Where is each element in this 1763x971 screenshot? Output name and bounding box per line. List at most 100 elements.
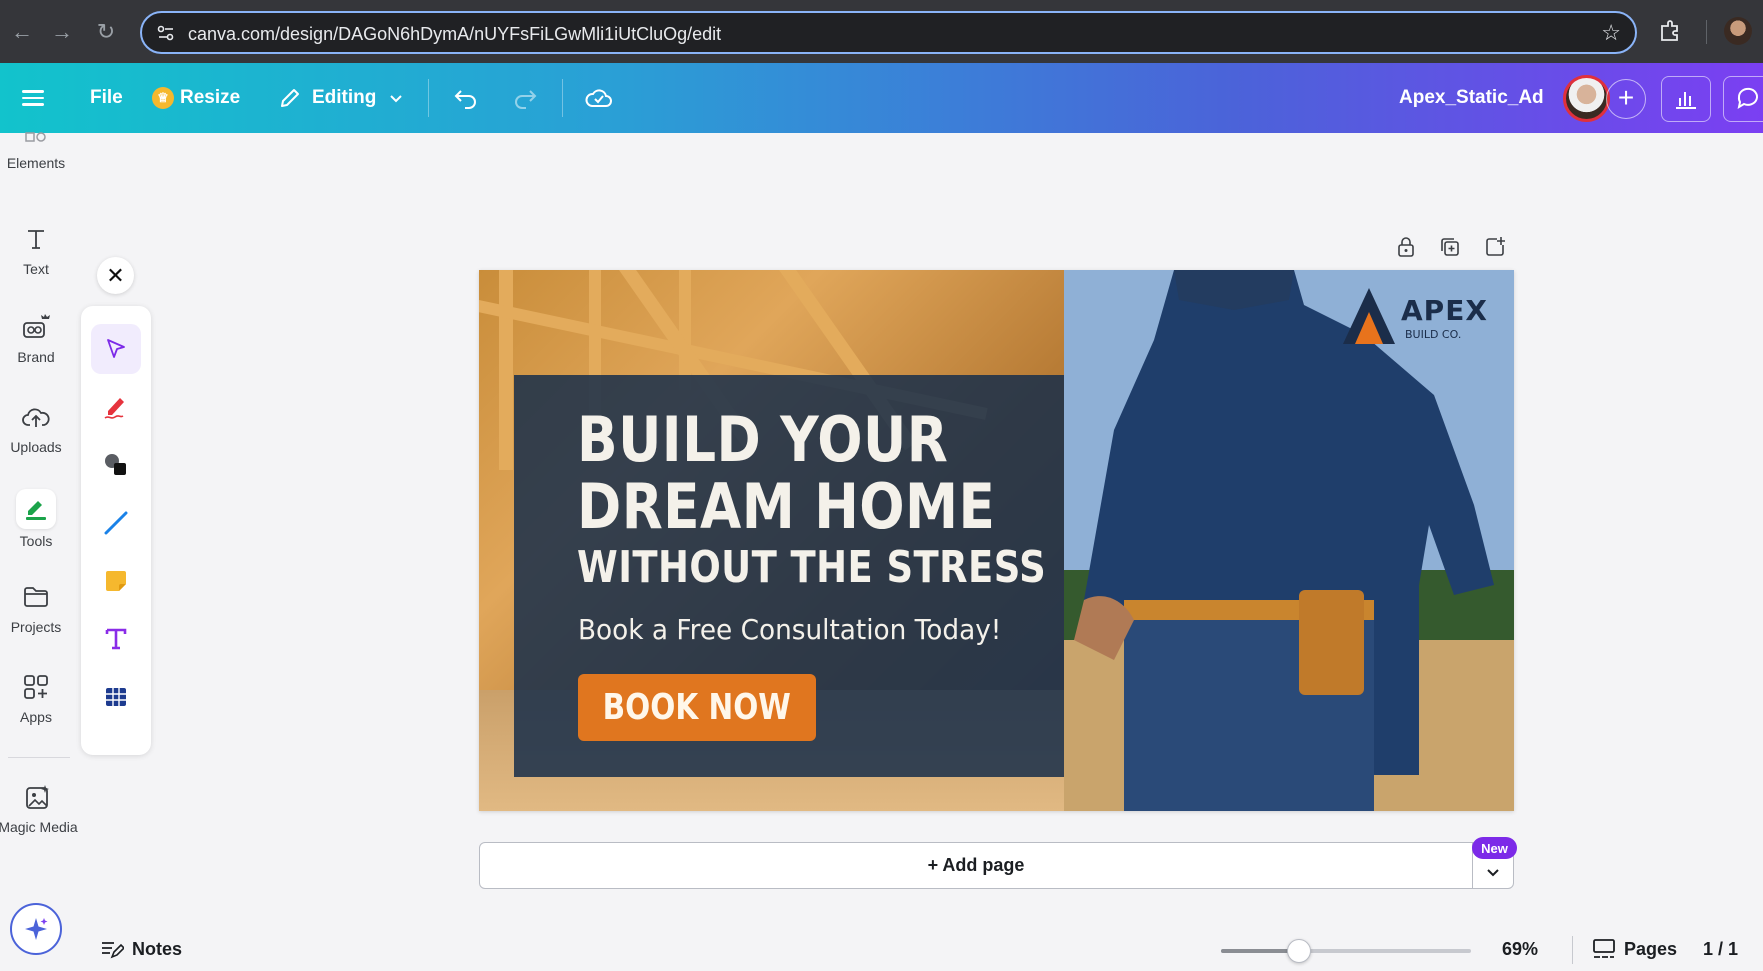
magic-media-icon	[0, 781, 80, 813]
resize-button[interactable]: ♕ Resize	[152, 63, 240, 133]
site-settings-icon[interactable]	[156, 23, 176, 43]
duplicate-page-icon[interactable]	[1436, 233, 1464, 261]
forward-icon[interactable]: →	[48, 18, 76, 46]
sidebar-item-label: Elements	[6, 155, 66, 171]
apex-logo-icon	[1343, 288, 1395, 344]
pencil-icon	[281, 89, 299, 107]
avatar[interactable]	[1563, 75, 1610, 122]
shapes-icon[interactable]	[91, 440, 141, 490]
brand-icon	[0, 311, 72, 343]
logo-name: APEX	[1401, 294, 1488, 327]
folder-icon	[0, 581, 72, 613]
main-menu-icon[interactable]	[22, 63, 50, 133]
design-canvas[interactable]: BUILD YOUR DREAM HOME WITHOUT THE STRESS…	[479, 270, 1514, 811]
notes-button[interactable]: Notes	[100, 938, 182, 960]
apex-logo[interactable]: APEX BUILD CO.	[1341, 280, 1511, 355]
cta-label: BOOK NOW	[602, 687, 792, 728]
sidebar-item-label: Magic Media	[0, 819, 78, 835]
add-page-icon[interactable]	[1481, 233, 1509, 261]
sidebar-divider	[8, 757, 70, 758]
design-title-label: Apex_Static_Ad	[1399, 87, 1544, 108]
file-menu-button[interactable]: File	[90, 63, 123, 133]
zoom-level[interactable]: 69%	[1502, 939, 1538, 960]
headline-line-1[interactable]: BUILD YOUR	[577, 403, 948, 476]
pages-label: Pages	[1624, 938, 1678, 959]
subheadline[interactable]: Book a Free Consultation Today!	[578, 613, 1001, 646]
sidebar-item-uploads[interactable]: Uploads	[0, 401, 72, 455]
cloud-saved-icon[interactable]	[583, 63, 615, 133]
draw-pen-icon[interactable]	[91, 382, 141, 432]
file-menu-label: File	[90, 87, 123, 108]
add-collaborator-button[interactable]: +	[1606, 79, 1646, 119]
sidebar-item-label: Projects	[10, 619, 62, 635]
sparkle-icon	[25, 918, 48, 940]
undo-icon[interactable]	[451, 63, 481, 133]
sidebar-item-projects[interactable]: Projects	[0, 581, 72, 635]
sidebar-item-elements[interactable]: Elements	[0, 129, 72, 171]
sidebar-item-label: Text	[23, 261, 49, 277]
back-icon[interactable]: ←	[8, 18, 36, 46]
comment-icon	[1737, 87, 1758, 110]
add-page-button[interactable]: + Add page	[479, 842, 1473, 889]
headline-line-3[interactable]: WITHOUT THE STRESS	[577, 542, 1046, 593]
upload-cloud-icon	[0, 401, 72, 433]
zoom-slider-thumb[interactable]	[1286, 939, 1311, 963]
sidebar-item-text[interactable]: Text	[0, 223, 72, 277]
sidebar-item-label: Uploads	[10, 439, 62, 455]
pages-icon	[1593, 939, 1615, 958]
table-icon[interactable]	[91, 672, 141, 722]
left-sidebar: Elements Text Brand Uploads Tools Projec…	[0, 132, 78, 971]
text-icon	[0, 223, 72, 255]
elements-icon	[0, 129, 72, 149]
zoom-slider[interactable]	[1221, 939, 1471, 963]
line-tool-icon[interactable]	[91, 498, 141, 548]
toolbar-divider	[562, 79, 563, 117]
sidebar-item-label: Brand	[17, 349, 55, 365]
url-text[interactable]: canva.com/design/DAGoN6hDymA/nUYFsFiLGwM…	[188, 24, 721, 45]
book-now-cta[interactable]: BOOK NOW	[578, 674, 816, 741]
lock-icon[interactable]	[1392, 233, 1420, 261]
select-tool-icon[interactable]	[91, 324, 141, 374]
page-count: 1 / 1	[1703, 939, 1739, 959]
bookmark-star-icon[interactable]: ☆	[1601, 20, 1621, 46]
comments-button[interactable]	[1723, 76, 1763, 122]
redo-icon[interactable]	[510, 63, 540, 133]
logo-subtitle: BUILD CO.	[1405, 328, 1462, 341]
browser-profile-avatar[interactable]	[1724, 17, 1752, 45]
headline-line-2[interactable]: DREAM HOME	[577, 470, 995, 543]
address-bar[interactable]: canva.com/design/DAGoN6hDymA/nUYFsFiLGwM…	[140, 11, 1637, 54]
notes-icon	[102, 942, 124, 959]
sidebar-item-brand[interactable]: Brand	[0, 311, 72, 365]
browser-toolbar: ← → ↻ canva.com/design/DAGoN6hDymA/nUYFs…	[0, 0, 1763, 63]
design-title[interactable]: Apex_Static_Ad	[1399, 63, 1544, 133]
crown-icon: ♕	[152, 87, 174, 109]
chevron-down-icon	[390, 95, 403, 103]
editing-mode-dropdown[interactable]: Editing	[278, 63, 404, 133]
magic-assistant-button[interactable]	[10, 903, 62, 955]
text-tool-icon[interactable]	[91, 614, 141, 664]
toolbar-divider	[428, 79, 429, 117]
extensions-icon[interactable]	[1656, 17, 1684, 45]
sidebar-item-tools[interactable]: Tools	[0, 489, 72, 549]
chevron-down-icon	[1487, 868, 1499, 876]
bar-chart-icon	[1676, 92, 1696, 109]
editor-header: File ♕ Resize Editing Apex_Static_Ad +	[0, 63, 1763, 133]
tools-icon	[16, 489, 56, 529]
add-page-label: + Add page	[927, 855, 1025, 875]
notes-label: Notes	[132, 938, 183, 959]
close-tools-button[interactable]: ✕	[97, 257, 134, 294]
insights-button[interactable]	[1661, 76, 1711, 122]
bottom-divider	[1572, 936, 1573, 964]
apps-grid-icon	[0, 671, 72, 703]
resize-label: Resize	[180, 87, 241, 108]
pages-button[interactable]: Pages	[1592, 938, 1677, 960]
toolbar-divider	[1706, 20, 1707, 44]
tools-palette	[81, 306, 151, 755]
sidebar-item-label: Tools	[19, 533, 53, 549]
reload-icon[interactable]: ↻	[92, 18, 120, 46]
sidebar-item-magic-media[interactable]: Magic Media	[0, 781, 80, 835]
new-badge: New	[1472, 837, 1517, 859]
sidebar-item-apps[interactable]: Apps	[0, 671, 72, 725]
editing-label: Editing	[312, 87, 377, 108]
sticky-note-icon[interactable]	[91, 556, 141, 606]
